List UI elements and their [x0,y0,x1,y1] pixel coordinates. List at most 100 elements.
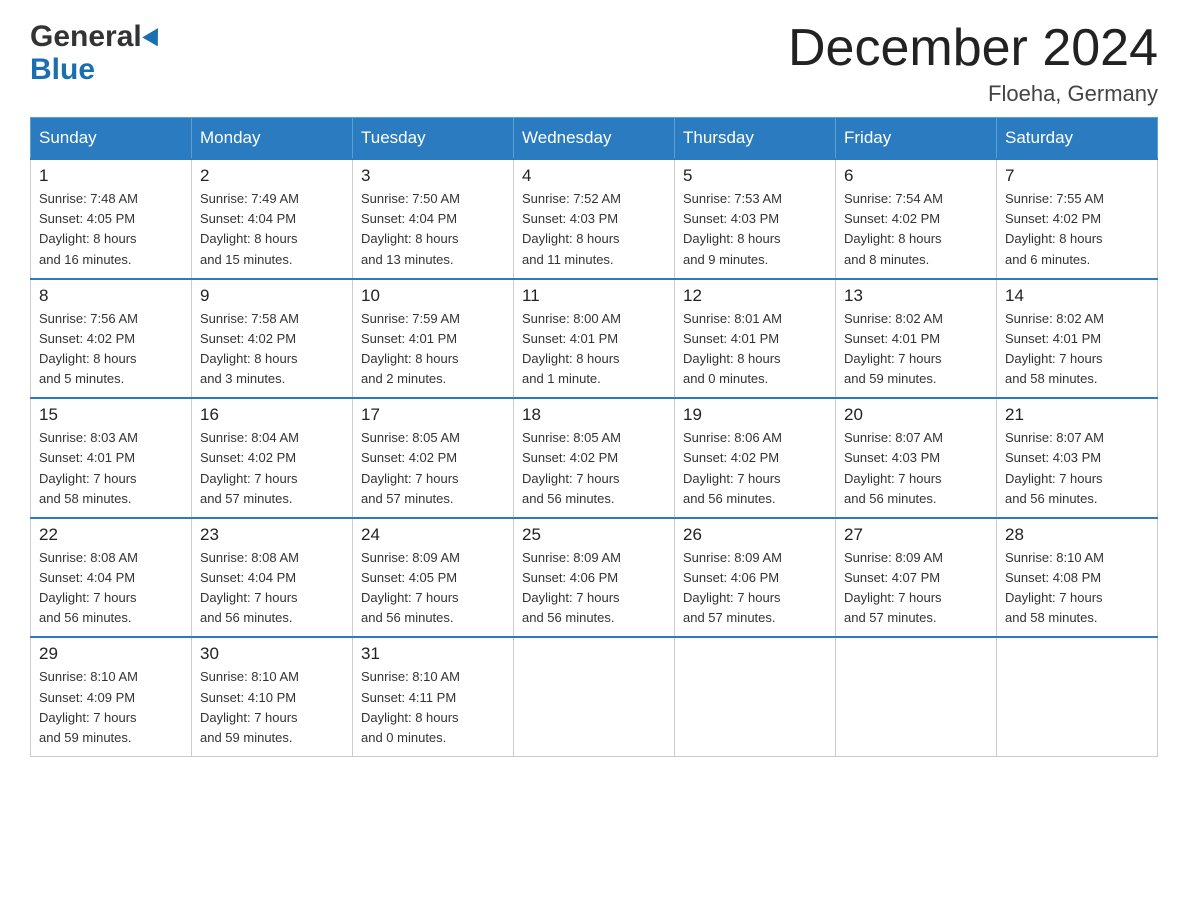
day-info: Sunrise: 8:02 AM Sunset: 4:01 PM Dayligh… [844,309,988,390]
day-number: 22 [39,525,183,545]
day-number: 24 [361,525,505,545]
day-info: Sunrise: 7:50 AM Sunset: 4:04 PM Dayligh… [361,189,505,270]
day-info: Sunrise: 7:55 AM Sunset: 4:02 PM Dayligh… [1005,189,1149,270]
week-row-2: 8 Sunrise: 7:56 AM Sunset: 4:02 PM Daylig… [31,279,1158,399]
day-number: 25 [522,525,666,545]
day-number: 10 [361,286,505,306]
title-area: December 2024 Floeha, Germany [788,20,1158,107]
day-info: Sunrise: 7:49 AM Sunset: 4:04 PM Dayligh… [200,189,344,270]
day-number: 21 [1005,405,1149,425]
day-info: Sunrise: 8:08 AM Sunset: 4:04 PM Dayligh… [200,548,344,629]
calendar-cell: 22 Sunrise: 8:08 AM Sunset: 4:04 PM Dayli… [31,518,192,638]
day-info: Sunrise: 8:05 AM Sunset: 4:02 PM Dayligh… [361,428,505,509]
calendar-cell: 15 Sunrise: 8:03 AM Sunset: 4:01 PM Dayli… [31,398,192,518]
calendar-cell: 4 Sunrise: 7:52 AM Sunset: 4:03 PM Daylig… [514,159,675,279]
calendar-cell: 12Sunrise: 8:01 AM Sunset: 4:01 PM Dayli… [675,279,836,399]
day-info: Sunrise: 7:53 AM Sunset: 4:03 PM Dayligh… [683,189,827,270]
day-number: 14 [1005,286,1149,306]
day-info: Sunrise: 8:05 AM Sunset: 4:02 PM Dayligh… [522,428,666,509]
day-number: 15 [39,405,183,425]
day-number: 29 [39,644,183,664]
calendar-cell: 23 Sunrise: 8:08 AM Sunset: 4:04 PM Dayli… [192,518,353,638]
day-number: 23 [200,525,344,545]
day-info: Sunrise: 8:10 AM Sunset: 4:10 PM Dayligh… [200,667,344,748]
day-number: 17 [361,405,505,425]
day-number: 3 [361,166,505,186]
calendar-cell: 9 Sunrise: 7:58 AM Sunset: 4:02 PM Daylig… [192,279,353,399]
calendar-cell: 28 Sunrise: 8:10 AM Sunset: 4:08 PM Dayli… [997,518,1158,638]
day-info: Sunrise: 8:06 AM Sunset: 4:02 PM Dayligh… [683,428,827,509]
day-header-monday: Monday [192,118,353,160]
calendar-cell: 27 Sunrise: 8:09 AM Sunset: 4:07 PM Dayli… [836,518,997,638]
day-number: 13 [844,286,988,306]
days-header-row: SundayMondayTuesdayWednesdayThursdayFrid… [31,118,1158,160]
day-header-sunday: Sunday [31,118,192,160]
day-number: 30 [200,644,344,664]
week-row-5: 29 Sunrise: 8:10 AM Sunset: 4:09 PM Dayli… [31,637,1158,756]
page-header: General Blue December 2024 Floeha, Germa… [30,20,1158,107]
day-info: Sunrise: 7:48 AM Sunset: 4:05 PM Dayligh… [39,189,183,270]
calendar-cell: 16Sunrise: 8:04 AM Sunset: 4:02 PM Dayli… [192,398,353,518]
logo-triangle-icon [142,23,166,46]
day-number: 28 [1005,525,1149,545]
calendar-cell [836,637,997,756]
calendar-cell: 7 Sunrise: 7:55 AM Sunset: 4:02 PM Daylig… [997,159,1158,279]
calendar-cell: 21 Sunrise: 8:07 AM Sunset: 4:03 PM Dayli… [997,398,1158,518]
day-info: Sunrise: 8:02 AM Sunset: 4:01 PM Dayligh… [1005,309,1149,390]
day-header-friday: Friday [836,118,997,160]
calendar-cell: 6Sunrise: 7:54 AM Sunset: 4:02 PM Daylig… [836,159,997,279]
calendar-cell: 26Sunrise: 8:09 AM Sunset: 4:06 PM Dayli… [675,518,836,638]
day-info: Sunrise: 8:03 AM Sunset: 4:01 PM Dayligh… [39,428,183,509]
calendar-cell: 13 Sunrise: 8:02 AM Sunset: 4:01 PM Dayli… [836,279,997,399]
day-number: 8 [39,286,183,306]
day-number: 20 [844,405,988,425]
logo-general: General [30,20,163,53]
logo-blue-text: Blue [30,53,163,86]
day-info: Sunrise: 8:10 AM Sunset: 4:09 PM Dayligh… [39,667,183,748]
calendar-cell [675,637,836,756]
day-info: Sunrise: 8:07 AM Sunset: 4:03 PM Dayligh… [844,428,988,509]
calendar-cell: 30 Sunrise: 8:10 AM Sunset: 4:10 PM Dayli… [192,637,353,756]
day-header-wednesday: Wednesday [514,118,675,160]
day-number: 9 [200,286,344,306]
calendar-cell: 2 Sunrise: 7:49 AM Sunset: 4:04 PM Daylig… [192,159,353,279]
day-info: Sunrise: 8:01 AM Sunset: 4:01 PM Dayligh… [683,309,827,390]
calendar-table: SundayMondayTuesdayWednesdayThursdayFrid… [30,117,1158,757]
day-number: 19 [683,405,827,425]
day-info: Sunrise: 8:09 AM Sunset: 4:06 PM Dayligh… [522,548,666,629]
page-title: December 2024 [788,20,1158,77]
day-number: 27 [844,525,988,545]
day-info: Sunrise: 8:07 AM Sunset: 4:03 PM Dayligh… [1005,428,1149,509]
calendar-cell: 14 Sunrise: 8:02 AM Sunset: 4:01 PM Dayli… [997,279,1158,399]
day-number: 31 [361,644,505,664]
day-info: Sunrise: 8:10 AM Sunset: 4:08 PM Dayligh… [1005,548,1149,629]
day-number: 1 [39,166,183,186]
day-info: Sunrise: 7:54 AM Sunset: 4:02 PM Dayligh… [844,189,988,270]
calendar-cell [997,637,1158,756]
day-info: Sunrise: 7:58 AM Sunset: 4:02 PM Dayligh… [200,309,344,390]
day-info: Sunrise: 8:08 AM Sunset: 4:04 PM Dayligh… [39,548,183,629]
day-number: 5 [683,166,827,186]
day-number: 2 [200,166,344,186]
day-info: Sunrise: 7:52 AM Sunset: 4:03 PM Dayligh… [522,189,666,270]
day-info: Sunrise: 8:00 AM Sunset: 4:01 PM Dayligh… [522,309,666,390]
day-header-saturday: Saturday [997,118,1158,160]
day-header-tuesday: Tuesday [353,118,514,160]
day-number: 18 [522,405,666,425]
calendar-cell: 19 Sunrise: 8:06 AM Sunset: 4:02 PM Dayli… [675,398,836,518]
calendar-cell: 5 Sunrise: 7:53 AM Sunset: 4:03 PM Daylig… [675,159,836,279]
day-info: Sunrise: 8:09 AM Sunset: 4:06 PM Dayligh… [683,548,827,629]
day-number: 11 [522,286,666,306]
logo-general-text: General [30,20,142,53]
day-number: 16 [200,405,344,425]
page-subtitle: Floeha, Germany [788,81,1158,107]
day-info: Sunrise: 8:09 AM Sunset: 4:07 PM Dayligh… [844,548,988,629]
calendar-cell: 11 Sunrise: 8:00 AM Sunset: 4:01 PM Dayli… [514,279,675,399]
calendar-cell: 3 Sunrise: 7:50 AM Sunset: 4:04 PM Daylig… [353,159,514,279]
calendar-cell [514,637,675,756]
day-info: Sunrise: 7:56 AM Sunset: 4:02 PM Dayligh… [39,309,183,390]
day-info: Sunrise: 8:10 AM Sunset: 4:11 PM Dayligh… [361,667,505,748]
day-info: Sunrise: 7:59 AM Sunset: 4:01 PM Dayligh… [361,309,505,390]
day-number: 7 [1005,166,1149,186]
day-number: 4 [522,166,666,186]
